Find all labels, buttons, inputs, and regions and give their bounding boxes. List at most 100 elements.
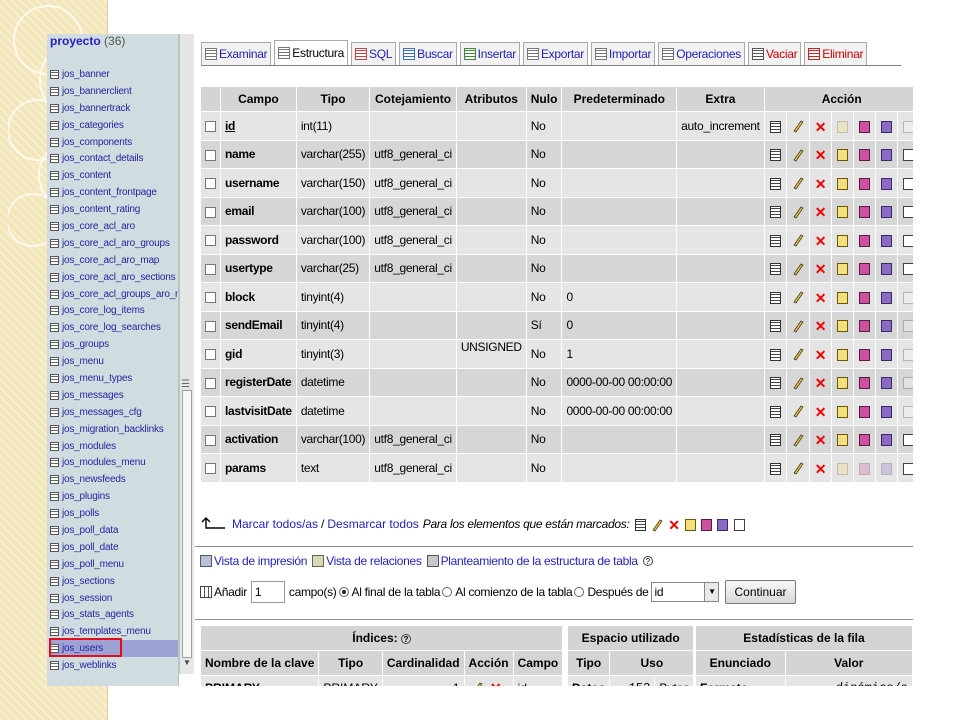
tab-vaciar[interactable]: Vaciar	[747, 42, 802, 66]
propose-structure-link[interactable]: Planteamiento de la estructura de tabla	[441, 554, 638, 568]
sidebar-table-label[interactable]: jos_newsfeeds	[62, 474, 126, 485]
sidebar-table-item[interactable]: jos_content	[50, 167, 178, 184]
table-browse-icon[interactable]	[50, 525, 59, 535]
primary-key-icon[interactable]	[836, 434, 848, 447]
table-browse-icon[interactable]	[50, 627, 59, 637]
cell-field[interactable]: id	[221, 112, 296, 140]
fulltext-icon[interactable]	[902, 348, 913, 361]
sidebar-table-label[interactable]: jos_components	[62, 137, 132, 148]
index-icon[interactable]	[880, 377, 892, 390]
scrollbar-thumb[interactable]	[182, 390, 192, 658]
sidebar-table-label[interactable]: jos_core_acl_aro_groups	[62, 238, 170, 249]
drop-icon[interactable]: ✕	[815, 262, 827, 276]
browse-values-icon[interactable]	[769, 377, 781, 390]
sidebar-table-item[interactable]: jos_menu_types	[50, 370, 178, 387]
sidebar-table-label[interactable]: jos_menu	[62, 356, 104, 367]
sidebar-table-item[interactable]: jos_newsfeeds	[50, 471, 178, 488]
browse-values-icon[interactable]	[769, 149, 781, 162]
tab-examinar[interactable]: Examinar	[201, 42, 272, 66]
sidebar-table-item[interactable]: jos_bannertrack	[50, 100, 178, 117]
browse-values-icon[interactable]	[769, 405, 781, 418]
row-checkbox[interactable]	[205, 121, 216, 133]
fulltext-icon[interactable]	[902, 149, 913, 162]
drop-icon[interactable]: ✕	[815, 120, 827, 134]
database-title[interactable]: proyecto (36)	[50, 34, 125, 48]
at-beginning-radio[interactable]	[442, 587, 453, 597]
table-browse-icon[interactable]	[50, 661, 59, 671]
drop-icon[interactable]: ✕	[815, 405, 827, 419]
primary-key-icon[interactable]	[836, 320, 848, 333]
bulk-fulltext-icon[interactable]	[733, 518, 745, 531]
check-all-link[interactable]: Marcar todos/as	[232, 517, 318, 531]
drop-icon[interactable]: ✕	[815, 348, 827, 362]
tab-operaciones[interactable]: Operaciones	[658, 42, 745, 66]
table-browse-icon[interactable]	[50, 390, 59, 400]
drop-icon[interactable]: ✕	[815, 234, 827, 248]
table-browse-icon[interactable]	[50, 154, 59, 164]
bulk-edit-icon[interactable]	[651, 518, 663, 532]
sidebar-table-item[interactable]: jos_sections	[50, 573, 178, 590]
unique-icon[interactable]	[858, 120, 870, 133]
table-browse-icon[interactable]	[50, 458, 59, 468]
table-browse-icon[interactable]	[50, 120, 59, 130]
edit-icon[interactable]	[792, 461, 804, 475]
fulltext-icon[interactable]	[902, 177, 913, 190]
sidebar-table-item[interactable]: jos_poll_date	[50, 539, 178, 556]
index-icon[interactable]	[880, 120, 892, 133]
sidebar-table-item[interactable]: jos_modules_menu	[50, 454, 178, 471]
table-browse-icon[interactable]	[50, 509, 59, 519]
sidebar-table-item[interactable]: jos_plugins	[50, 488, 178, 505]
sidebar-table-label[interactable]: jos_plugins	[62, 491, 110, 502]
field-count-input[interactable]	[250, 581, 285, 603]
sidebar-table-item[interactable]: jos_stats_agents	[50, 607, 178, 624]
table-browse-icon[interactable]	[50, 492, 59, 502]
row-checkbox[interactable]	[205, 349, 216, 361]
index-icon[interactable]	[880, 149, 892, 162]
edit-icon[interactable]	[792, 404, 804, 418]
row-checkbox[interactable]	[205, 263, 216, 275]
tab-exportar[interactable]: Exportar	[522, 42, 588, 66]
bulk-browse-icon[interactable]	[634, 518, 646, 531]
unique-icon[interactable]	[858, 320, 870, 333]
table-browse-icon[interactable]	[50, 475, 59, 485]
table-browse-icon[interactable]	[50, 559, 59, 569]
edit-icon[interactable]	[792, 347, 804, 361]
tab-estructura[interactable]: Estructura	[274, 40, 348, 66]
sidebar-table-label[interactable]: jos_session	[62, 593, 112, 604]
sidebar-table-item[interactable]: jos_core_log_items	[50, 302, 178, 319]
print-view-link[interactable]: Vista de impresión	[214, 554, 307, 568]
drop-icon[interactable]: ✕	[815, 376, 827, 390]
table-browse-icon[interactable]	[50, 357, 59, 367]
after-label[interactable]: Después de	[587, 585, 648, 599]
cell-field[interactable]: usertype	[221, 254, 296, 282]
cell-field[interactable]: email	[221, 197, 296, 225]
primary-key-icon[interactable]	[836, 206, 848, 219]
row-checkbox[interactable]	[205, 149, 216, 161]
scroll-down-arrow-icon[interactable]: ▼	[183, 658, 191, 667]
sidebar-table-item[interactable]: jos_migration_backlinks	[50, 421, 178, 438]
drop-icon[interactable]: ✕	[815, 205, 827, 219]
sidebar-table-item[interactable]: jos_weblinks	[50, 657, 178, 674]
primary-key-icon[interactable]	[836, 263, 848, 276]
at-beginning-label[interactable]: Al comienzo de la tabla	[455, 585, 572, 599]
fulltext-icon[interactable]	[902, 377, 913, 390]
primary-key-icon[interactable]	[836, 348, 848, 361]
row-checkbox[interactable]	[205, 463, 216, 475]
browse-values-icon[interactable]	[769, 434, 781, 447]
sidebar-table-item[interactable]: jos_polls	[50, 505, 178, 522]
primary-key-icon[interactable]	[836, 462, 848, 475]
bulk-drop-icon[interactable]: ✕	[668, 518, 680, 532]
cell-field[interactable]: gid	[221, 340, 296, 368]
sidebar-table-item[interactable]: jos_bannerclient	[50, 83, 178, 100]
edit-icon[interactable]	[792, 290, 804, 304]
index-icon[interactable]	[880, 462, 892, 475]
sidebar-table-item[interactable]: jos_core_acl_groups_aro_map	[50, 286, 178, 303]
edit-icon[interactable]	[792, 262, 804, 276]
table-browse-icon[interactable]	[50, 103, 59, 113]
sidebar-table-label[interactable]: jos_groups	[62, 339, 109, 350]
unique-icon[interactable]	[858, 206, 870, 219]
index-edit-icon[interactable]	[471, 681, 483, 686]
sidebar-table-item[interactable]: jos_messages	[50, 387, 178, 404]
cell-field[interactable]: password	[221, 226, 296, 254]
sidebar-table-item[interactable]: jos_core_acl_aro_map	[50, 252, 178, 269]
